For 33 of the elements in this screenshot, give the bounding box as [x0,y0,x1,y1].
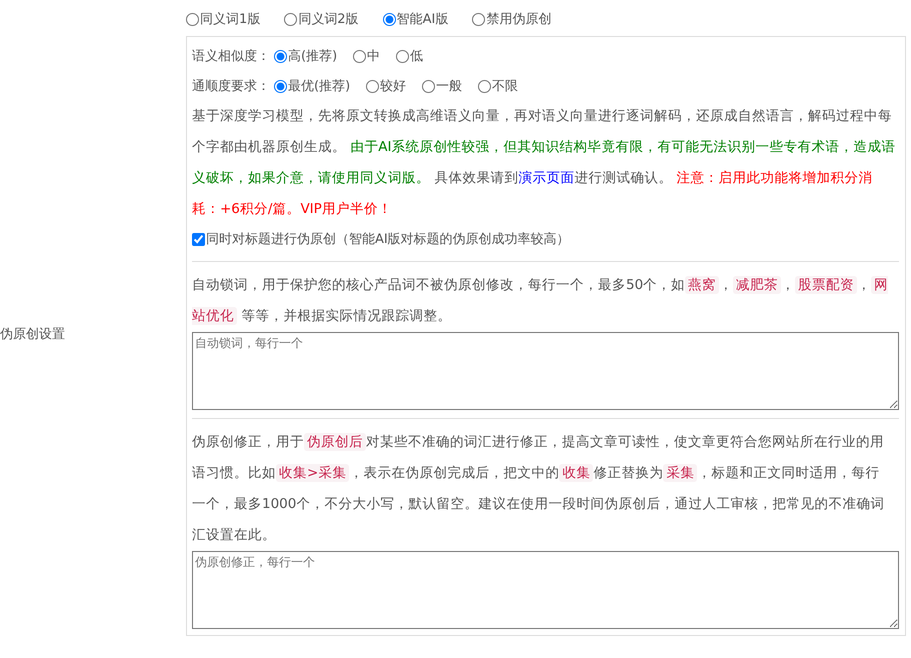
mode-label[interactable]: 同义词2版 [298,10,359,28]
mode-radio[interactable] [382,12,396,26]
option-text[interactable]: 低 [410,47,424,65]
option-text[interactable]: 一般 [436,77,462,95]
option-radio[interactable] [478,80,492,92]
option-radio[interactable] [274,50,287,62]
option-text[interactable]: 不限 [492,77,518,95]
option-label: 通顺度要求： [192,78,270,95]
option-text[interactable]: 高(推荐) [288,47,338,65]
corrections-description: 伪原创修正，用于 伪原创后 对某些不准确的词汇进行修正，提高文章可读性，使文章更符合您网站所在行业的用语习惯。比如 收集>采集 ，表示在伪原创完成后，把文中的 收集 修正替换为 采集 ，标题和正文同时适用，每行一个，最多1000个，不分大小写，默认留空。建议在使用一段时间伪原创后，通过人工审核，把常见的不准确词汇设置在此。 [192,432,886,545]
mode-label[interactable]: 同义词1版 [200,10,260,28]
title-checkbox-label[interactable]: 同时对标题进行伪原创（智能AI版对标题的伪原创成功率较高） [206,230,570,248]
demo-link[interactable]: 演示页面 [518,170,574,186]
option-radio[interactable] [422,80,436,92]
corrections-field[interactable]: 伪原创修正，每行一个 [192,551,899,629]
option-label: 语义相似度： [192,48,270,65]
mode-radio[interactable] [186,12,199,26]
mode-radio[interactable] [472,12,486,26]
lock-words-field[interactable]: 自动锁词，每行一个 [192,332,899,410]
option-radio[interactable] [366,80,380,92]
lock-words-description: 自动锁词，用于保护您的核心产品词不被伪原创修改，每行一个，最多50个，如 燕窝 ， 减肥茶 ， 股票配资 ， 网站优化 等等，并根据实际情况跟踪调整。 [192,275,890,327]
option-radio[interactable] [274,80,287,92]
mode-label[interactable]: 禁用伪原创 [486,10,552,28]
title-checkbox[interactable] [192,232,205,246]
mode-label[interactable]: 智能AI版 [396,10,448,28]
option-text[interactable]: 较好 [380,77,406,95]
option-text[interactable]: 最优(推荐) [288,77,350,95]
option-radio[interactable] [353,50,366,62]
mode-radio[interactable] [284,12,298,26]
option-text[interactable]: 中 [367,47,380,65]
ai-description: 基于深度学习模型，先将原文转换成高维语义向量，再对语义向量进行逐词解码，还原成自然语言，解码过程中每个字都由机器原创生成。 由于AI系统原创性较强，但其知识结构毕竟有限，有可能无法识别一些专有术语，造成语义破坏，如果介意，请使用同义词版。 具体效果请到演示页面进行测试确认。 注意：启用此功能将增加积分消耗：+6积分/篇。VIP用户半价！ [192,107,897,219]
option-radio[interactable] [396,50,410,62]
section-label: 伪原创设置 [0,326,65,343]
